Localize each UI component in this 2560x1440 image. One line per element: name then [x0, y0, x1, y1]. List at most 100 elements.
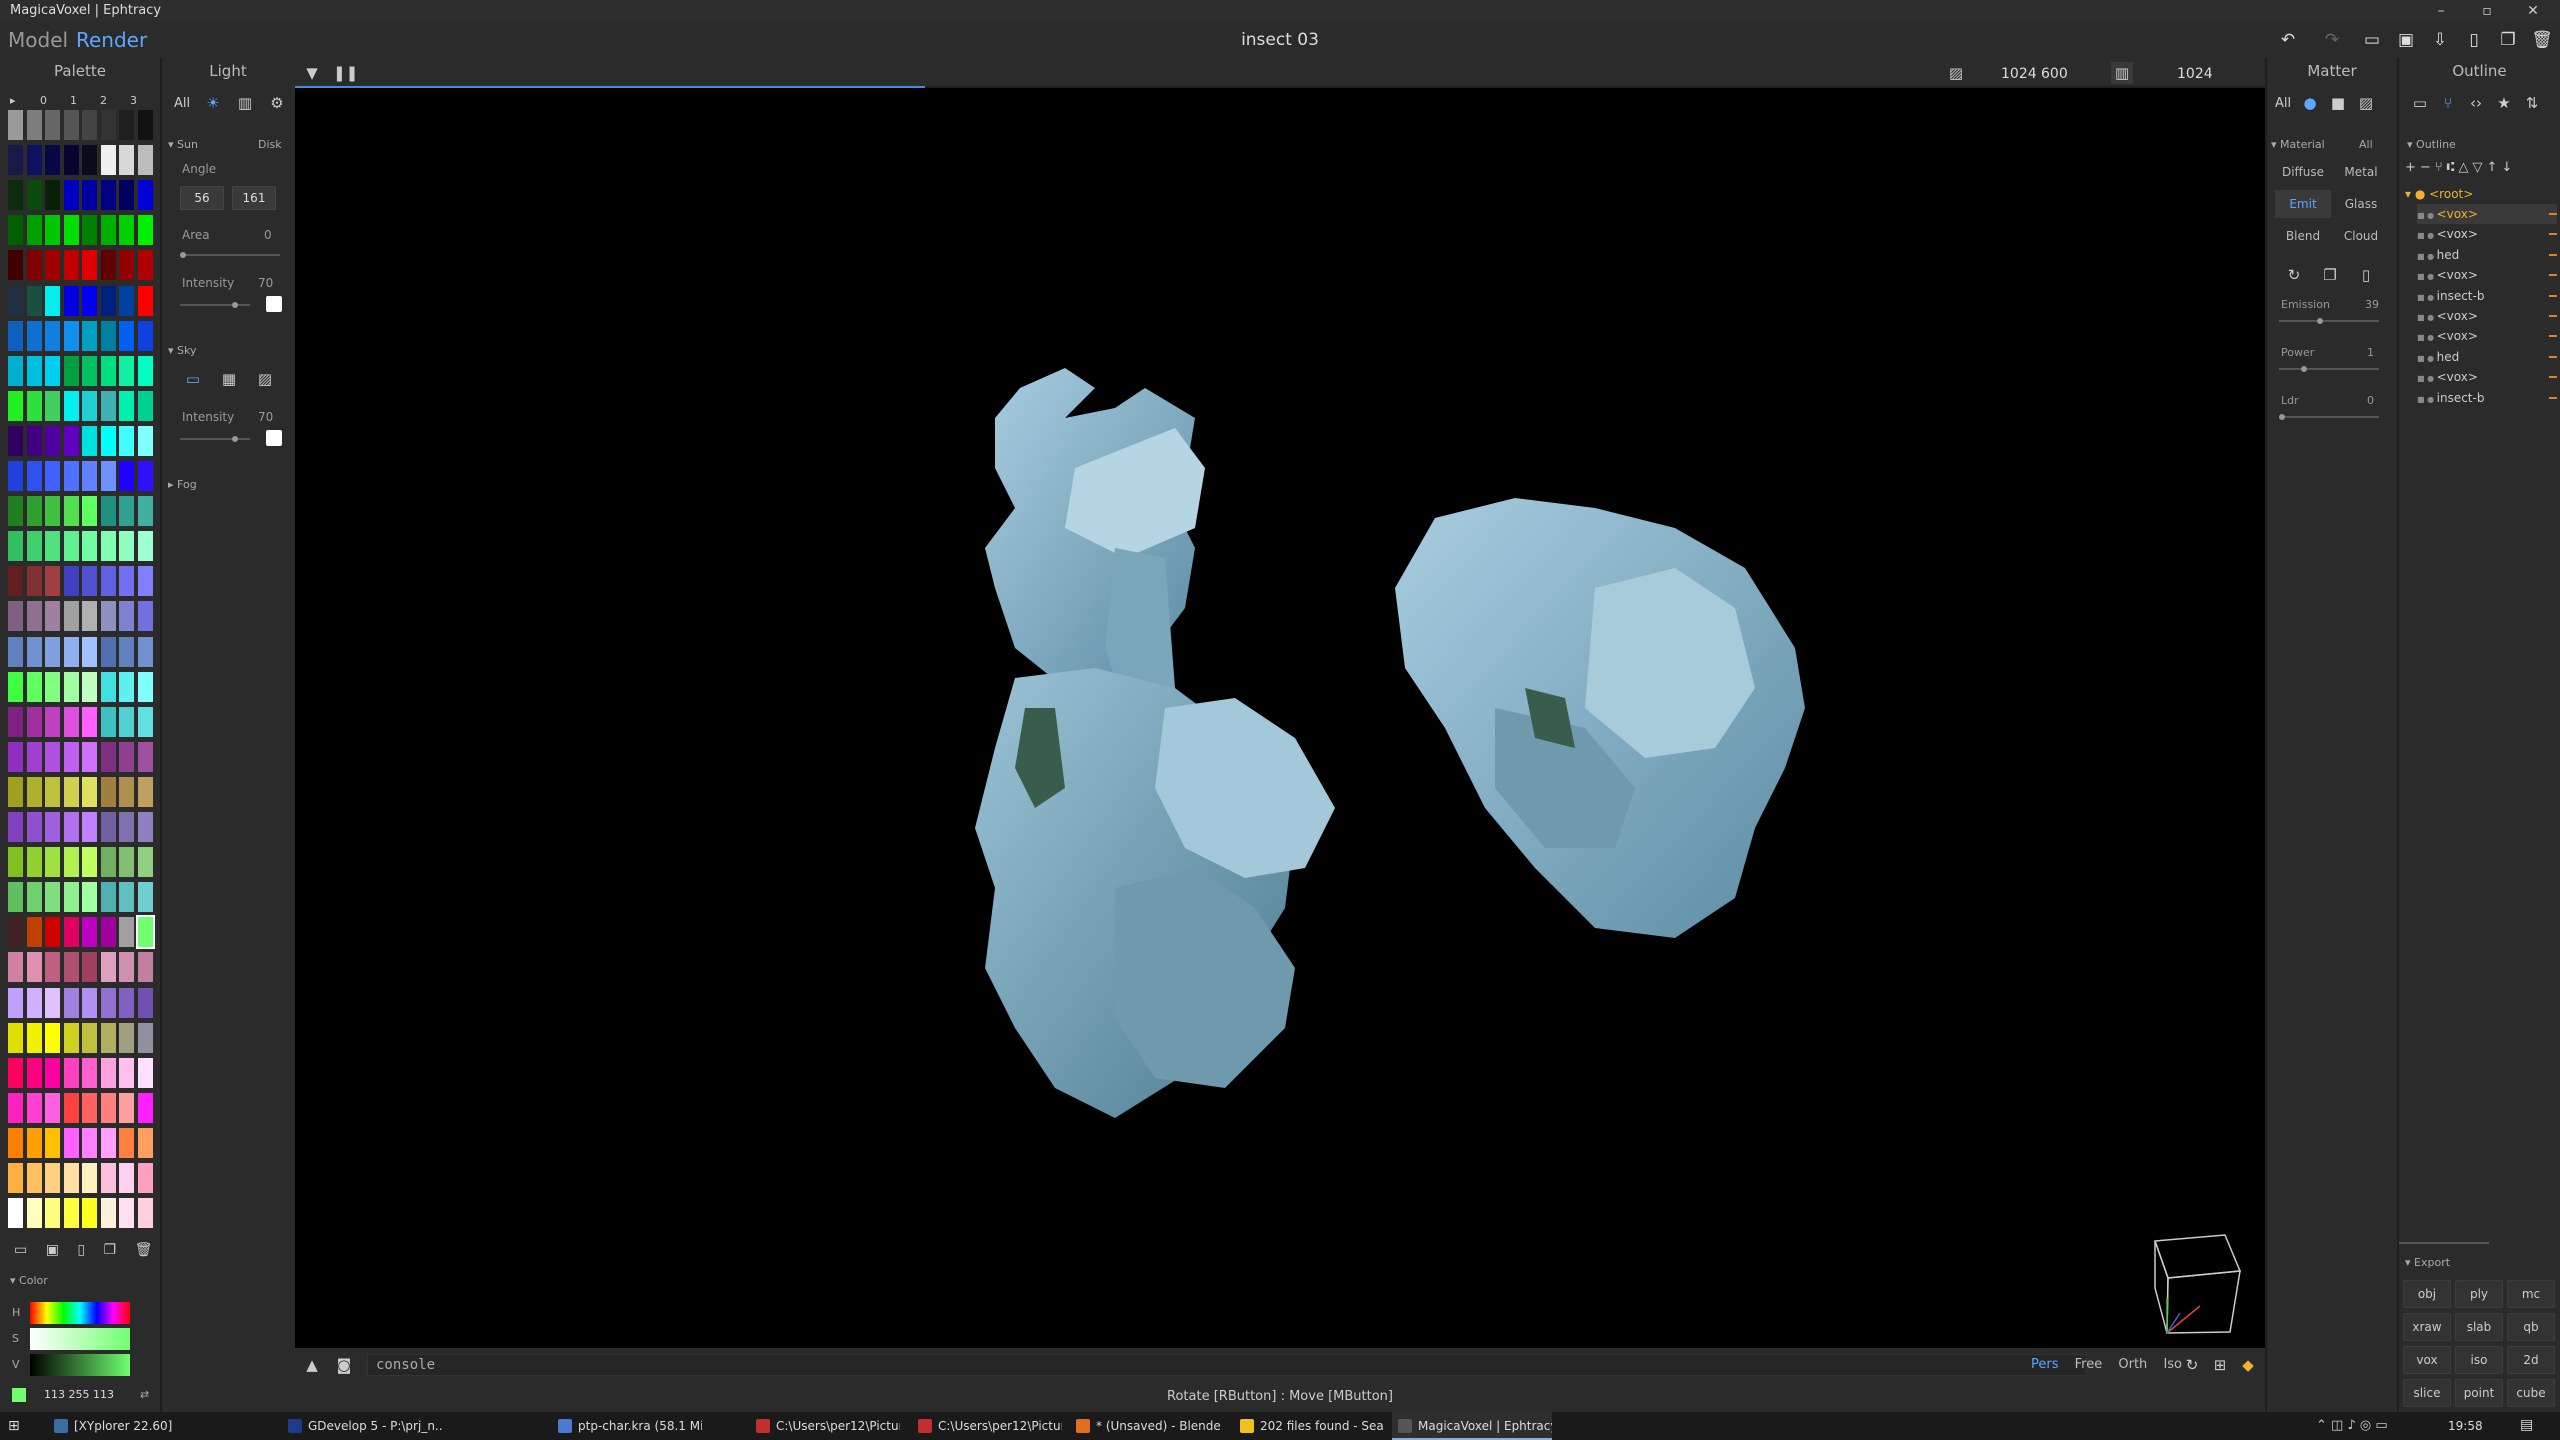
- palette-tab[interactable]: ▸: [10, 94, 16, 107]
- palette-swatch[interactable]: [63, 1092, 79, 1123]
- palette-swatch[interactable]: [8, 145, 23, 176]
- palette-swatch[interactable]: [137, 110, 153, 140]
- material-copy-icon[interactable]: ❐: [2319, 264, 2341, 286]
- code-filter-icon[interactable]: ‹›: [2465, 92, 2487, 114]
- angle-a-field[interactable]: 56: [180, 186, 224, 210]
- palette-swatch[interactable]: [119, 1022, 134, 1053]
- palette-tab[interactable]: 2: [100, 94, 107, 107]
- palette-swatch[interactable]: [26, 882, 42, 913]
- orientation-cube[interactable]: [2153, 1234, 2242, 1334]
- palette-swatch[interactable]: [45, 706, 60, 737]
- palette-swatch[interactable]: [100, 145, 116, 176]
- palette-swatch[interactable]: [137, 1198, 153, 1229]
- palette-swatch[interactable]: [100, 355, 116, 386]
- swap-icon[interactable]: ⇄: [140, 1388, 149, 1401]
- palette-swatch[interactable]: [63, 882, 79, 913]
- outline-visibility-icon[interactable]: ■ ●: [2417, 211, 2437, 220]
- palette-swatch[interactable]: [45, 1022, 60, 1053]
- palette-swatch[interactable]: [137, 285, 153, 316]
- sky-image-icon[interactable]: ▨: [254, 368, 276, 390]
- console-input[interactable]: console: [367, 1354, 2087, 1376]
- export-icon[interactable]: ⇩: [2428, 30, 2452, 52]
- palette-swatch[interactable]: [8, 706, 23, 737]
- palette-swatch[interactable]: [63, 1127, 79, 1158]
- palette-swatch[interactable]: [119, 566, 134, 597]
- palette-swatch[interactable]: [100, 952, 116, 983]
- palette-swatch[interactable]: [63, 496, 79, 527]
- outline-visibility-icon[interactable]: ■ ●: [2417, 252, 2437, 261]
- clock[interactable]: 19:58: [2448, 1419, 2483, 1433]
- palette-swatch[interactable]: [137, 1022, 153, 1053]
- outline-visibility-icon[interactable]: ■ ●: [2417, 333, 2437, 342]
- palette-swatch[interactable]: [45, 390, 60, 421]
- ldr-value[interactable]: 0: [2367, 394, 2374, 407]
- notification-icon[interactable]: ▤: [2520, 1417, 2533, 1433]
- palette-swatch[interactable]: [119, 461, 134, 491]
- start-icon[interactable]: ⊞: [8, 1418, 24, 1434]
- redo-icon[interactable]: ↷: [2320, 30, 2344, 52]
- palette-swatch[interactable]: [8, 741, 23, 772]
- palette-swatch[interactable]: [26, 671, 42, 702]
- export-obj-button[interactable]: obj: [2403, 1280, 2451, 1308]
- taskbar-app[interactable]: ptp-char.kra (58.1 Mi...: [552, 1412, 702, 1440]
- palette-swatch[interactable]: [119, 425, 134, 456]
- palette-swatch[interactable]: [63, 636, 79, 667]
- stats-icon[interactable]: ▥: [2111, 62, 2133, 84]
- outline-item[interactable]: ■ ● <vox>: [2417, 265, 2557, 285]
- palette-tab[interactable]: 3: [130, 94, 137, 107]
- palette-swatch[interactable]: [63, 110, 79, 140]
- sky-grid-icon[interactable]: ▦: [218, 368, 240, 390]
- palette-swatch[interactable]: [63, 1198, 79, 1229]
- palette-swatch[interactable]: [137, 145, 153, 176]
- material-paste-icon[interactable]: ▯: [2355, 264, 2377, 286]
- palette-swatch[interactable]: [119, 180, 134, 211]
- palette-swatch[interactable]: [82, 987, 97, 1018]
- palette-swatch[interactable]: [82, 390, 97, 421]
- palette-swatch[interactable]: [63, 741, 79, 772]
- palette-swatch[interactable]: [100, 776, 116, 807]
- palette-swatch[interactable]: [8, 952, 23, 983]
- palette-tab[interactable]: 1: [70, 94, 77, 107]
- palette-swatch[interactable]: [8, 987, 23, 1018]
- palette-swatch[interactable]: [137, 776, 153, 807]
- palette-swatch[interactable]: [63, 601, 79, 632]
- palette-swatch[interactable]: [119, 882, 134, 913]
- export-xraw-button[interactable]: xraw: [2403, 1313, 2451, 1341]
- camera-orth[interactable]: Orth: [2118, 1357, 2147, 1372]
- color-section-header[interactable]: ▾ Color: [10, 1274, 48, 1287]
- palette-swatch[interactable]: [26, 566, 42, 597]
- palette-swatch[interactable]: [45, 461, 60, 491]
- palette-swatch[interactable]: [137, 1163, 153, 1193]
- palette-swatch[interactable]: [8, 425, 23, 456]
- camera-pers[interactable]: Pers: [2031, 1357, 2059, 1372]
- palette-swatch[interactable]: [137, 952, 153, 983]
- palette-swatch[interactable]: [119, 145, 134, 176]
- palette-swatch[interactable]: [119, 917, 134, 948]
- cube-view-icon[interactable]: ◆: [2237, 1354, 2259, 1376]
- palette-swatch[interactable]: [82, 882, 97, 913]
- palette-swatch[interactable]: [82, 531, 97, 562]
- taskbar-app[interactable]: C:\Users\per12\Pictur...: [750, 1412, 900, 1440]
- palette-swatch[interactable]: [82, 671, 97, 702]
- export-cube-button[interactable]: cube: [2507, 1379, 2555, 1407]
- palette-swatch[interactable]: [45, 215, 60, 246]
- palette-swatch[interactable]: [8, 215, 23, 246]
- palette-swatch[interactable]: [26, 776, 42, 807]
- palette-swatch[interactable]: [8, 847, 23, 878]
- outline-item[interactable]: ■ ● <vox>: [2417, 367, 2557, 387]
- palette-swatch[interactable]: [82, 1198, 97, 1229]
- palette-swatch[interactable]: [100, 847, 116, 878]
- palette-swatch[interactable]: [63, 671, 79, 702]
- link-node-icon[interactable]: ⑆: [2447, 160, 2459, 175]
- palette-swatch[interactable]: [26, 601, 42, 632]
- palette-swatch[interactable]: [100, 566, 116, 597]
- material-section-header[interactable]: ▾ Material: [2271, 138, 2325, 151]
- material-type-blend[interactable]: Blend: [2275, 222, 2331, 250]
- palette-swatch[interactable]: [63, 706, 79, 737]
- palette-swatch[interactable]: [119, 1092, 134, 1123]
- palette-swatch[interactable]: [100, 1057, 116, 1088]
- palette-swatch[interactable]: [8, 110, 23, 140]
- palette-swatch[interactable]: [63, 1022, 79, 1053]
- outline-visibility-icon[interactable]: ■ ●: [2417, 272, 2437, 281]
- new-icon[interactable]: ▯: [2462, 30, 2486, 52]
